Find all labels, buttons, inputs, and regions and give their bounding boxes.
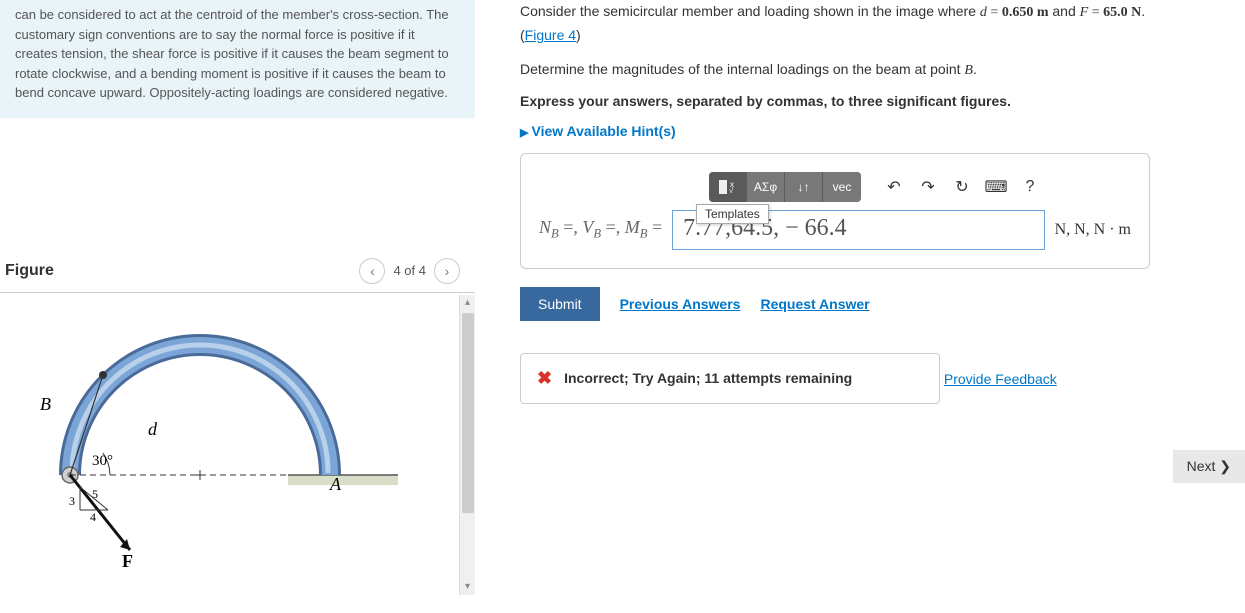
previous-answers-link[interactable]: Previous Answers bbox=[620, 296, 741, 312]
svg-text:√: √ bbox=[729, 186, 734, 195]
figure-header: Figure ‹ 4 of 4 › bbox=[0, 258, 475, 293]
label-tri5: 5 bbox=[92, 487, 98, 501]
var-d: d bbox=[980, 5, 987, 20]
info-box: can be considered to act at the centroid… bbox=[0, 0, 475, 118]
submit-button[interactable]: Submit bbox=[520, 287, 600, 321]
reset-button[interactable]: ↻ bbox=[947, 172, 977, 202]
label-A: A bbox=[329, 474, 342, 494]
label-B: B bbox=[40, 394, 51, 414]
figure-scrollbar[interactable]: ▴ ▾ bbox=[459, 295, 475, 595]
info-text: can be considered to act at the centroid… bbox=[15, 7, 449, 100]
scroll-thumb[interactable] bbox=[462, 313, 474, 513]
request-answer-link[interactable]: Request Answer bbox=[760, 296, 869, 312]
val-F: 65.0 N bbox=[1103, 5, 1141, 20]
instruction-text: Determine the magnitudes of the internal… bbox=[520, 61, 1225, 79]
intro-text: Consider the semicircular member and loa… bbox=[520, 3, 980, 19]
templates-button[interactable]: x√ bbox=[709, 172, 747, 202]
answer-units: N, N, N · m bbox=[1055, 221, 1131, 239]
point-B: B bbox=[964, 63, 973, 78]
next-button[interactable]: Next ❯ bbox=[1173, 450, 1245, 483]
label-tri3: 3 bbox=[69, 494, 75, 508]
label-d: d bbox=[148, 419, 158, 439]
figure-counter: 4 of 4 bbox=[393, 263, 426, 278]
feedback-message: Incorrect; Try Again; 11 attempts remain… bbox=[564, 370, 852, 386]
problem-statement: Consider the semicircular member and loa… bbox=[520, 0, 1225, 47]
figure-next-button[interactable]: › bbox=[434, 258, 460, 284]
equation-toolbar: x√ ΑΣφ ↓↑ vec ↶ ↷ ↻ ⌨ ? bbox=[709, 172, 1131, 202]
help-button[interactable]: ? bbox=[1015, 172, 1045, 202]
templates-tooltip: Templates bbox=[696, 204, 769, 224]
scroll-down-icon[interactable]: ▾ bbox=[460, 579, 475, 595]
greek-button[interactable]: ΑΣφ bbox=[747, 172, 785, 202]
figure-nav: ‹ 4 of 4 › bbox=[359, 258, 460, 284]
incorrect-icon: ✖ bbox=[537, 368, 552, 389]
scroll-up-icon[interactable]: ▴ bbox=[460, 295, 475, 311]
redo-button[interactable]: ↷ bbox=[913, 172, 943, 202]
answer-label: NB =, VB =, MB = bbox=[539, 217, 662, 242]
label-tri4: 4 bbox=[90, 510, 96, 524]
figure-area: B A d 30° F 3 5 4 ▴ ▾ bbox=[0, 295, 475, 595]
label-F: F bbox=[122, 551, 133, 571]
hints-toggle[interactable]: View Available Hint(s) bbox=[520, 123, 1225, 139]
keyboard-button[interactable]: ⌨ bbox=[981, 172, 1011, 202]
figure-link[interactable]: Figure 4 bbox=[525, 27, 576, 43]
figure-title: Figure bbox=[5, 262, 54, 280]
var-F: F bbox=[1080, 5, 1089, 20]
answer-box: x√ ΑΣφ ↓↑ vec ↶ ↷ ↻ ⌨ ? Templates NB =, … bbox=[520, 153, 1150, 269]
val-d: 0.650 m bbox=[1002, 5, 1049, 20]
provide-feedback-link[interactable]: Provide Feedback bbox=[944, 371, 1057, 387]
figure-diagram: B A d 30° F 3 5 4 bbox=[0, 295, 475, 598]
subscript-button[interactable]: ↓↑ bbox=[785, 172, 823, 202]
action-row: Submit Previous Answers Request Answer bbox=[520, 287, 1225, 321]
feedback-box: ✖ Incorrect; Try Again; 11 attempts rema… bbox=[520, 353, 940, 404]
express-instruction: Express your answers, separated by comma… bbox=[520, 93, 1225, 109]
figure-prev-button[interactable]: ‹ bbox=[359, 258, 385, 284]
vec-button[interactable]: vec bbox=[823, 172, 861, 202]
label-angle: 30° bbox=[92, 453, 113, 469]
undo-button[interactable]: ↶ bbox=[879, 172, 909, 202]
